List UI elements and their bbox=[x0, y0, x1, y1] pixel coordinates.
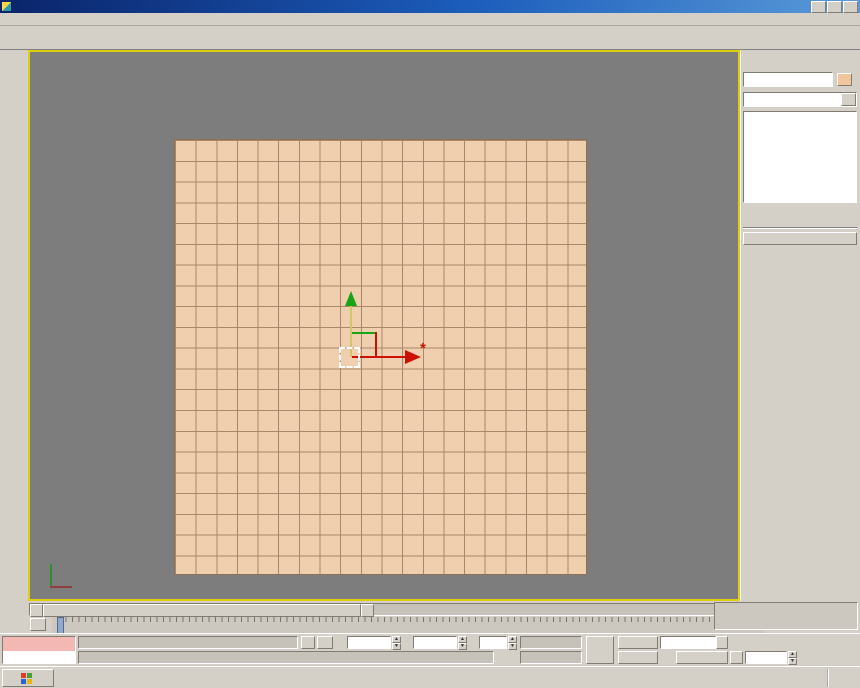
next-frame-slider-button[interactable] bbox=[361, 604, 374, 617]
chevron-down-icon[interactable] bbox=[841, 93, 856, 106]
system-tray bbox=[827, 669, 858, 687]
3ds-max-window: * bbox=[0, 0, 860, 688]
start-button[interactable] bbox=[2, 669, 54, 687]
track-bar bbox=[28, 617, 740, 633]
modifier-list-dropdown[interactable] bbox=[743, 92, 857, 107]
selection-status-field bbox=[78, 636, 298, 649]
time-slider-button[interactable] bbox=[43, 604, 361, 617]
mini-curve-editor-button[interactable] bbox=[30, 618, 46, 631]
main-toolbar bbox=[0, 26, 860, 50]
previous-frame-slider-button[interactable] bbox=[30, 604, 43, 617]
move-gizmo-y-arrowhead[interactable] bbox=[345, 291, 357, 306]
absolute-offset-toggle-icon[interactable] bbox=[317, 636, 333, 649]
close-button[interactable] bbox=[843, 1, 858, 13]
title-bar bbox=[0, 0, 860, 13]
taskbar bbox=[0, 666, 860, 688]
move-gizmo-x-axis[interactable] bbox=[352, 356, 406, 358]
windows-logo-icon bbox=[21, 673, 32, 684]
move-gizmo-xy-plane-green[interactable] bbox=[352, 332, 376, 334]
current-frame-field[interactable] bbox=[745, 651, 787, 664]
maxscript-mini-listener[interactable] bbox=[2, 636, 76, 664]
y-spinner[interactable]: ▲▼ bbox=[458, 636, 467, 649]
app-icon bbox=[2, 2, 11, 11]
selection-lock-icon[interactable] bbox=[301, 636, 315, 649]
divider bbox=[743, 227, 857, 229]
y-coordinate-field[interactable] bbox=[413, 636, 457, 649]
prompt-line bbox=[78, 651, 494, 664]
command-panel bbox=[740, 50, 860, 601]
world-axis-x bbox=[50, 586, 72, 588]
modifier-stack-buttons bbox=[743, 207, 857, 223]
z-coordinate-field[interactable] bbox=[479, 636, 507, 649]
track-bar-ruler[interactable] bbox=[52, 617, 764, 633]
time-slider-track[interactable] bbox=[29, 603, 738, 616]
add-time-tag[interactable] bbox=[520, 651, 582, 664]
key-filter-curve-icon[interactable] bbox=[660, 651, 674, 664]
current-frame-marker[interactable] bbox=[57, 617, 64, 634]
move-gizmo-x-label: * bbox=[420, 340, 426, 357]
object-name-field[interactable] bbox=[743, 72, 833, 87]
frame-spinner[interactable]: ▲▼ bbox=[788, 651, 797, 664]
x-coordinate-field[interactable] bbox=[347, 636, 391, 649]
status-bar: ▲▼ ▲▼ ▲▼ ▲▼ bbox=[0, 633, 860, 666]
move-gizmo-xy-plane-red[interactable] bbox=[375, 332, 377, 358]
key-mode-chevron-icon[interactable] bbox=[716, 636, 728, 649]
menu-bar bbox=[0, 13, 860, 26]
modifier-stack[interactable] bbox=[743, 111, 857, 203]
key-step-icon[interactable] bbox=[730, 651, 743, 664]
key-filters-button[interactable] bbox=[676, 651, 728, 664]
parameters-rollout-header[interactable] bbox=[743, 232, 857, 245]
key-mode-dropdown[interactable] bbox=[660, 636, 716, 649]
move-gizmo-x-arrowhead[interactable] bbox=[405, 350, 421, 364]
set-key-button[interactable] bbox=[618, 651, 658, 664]
track-bar-right-panel bbox=[714, 602, 858, 630]
auto-key-button[interactable] bbox=[618, 636, 658, 649]
object-color-swatch[interactable] bbox=[837, 73, 852, 86]
time-slider-row bbox=[28, 601, 740, 617]
world-axis-y bbox=[50, 564, 52, 588]
selected-tile-bracket[interactable] bbox=[339, 347, 360, 368]
maximize-button[interactable] bbox=[827, 1, 842, 13]
x-spinner[interactable]: ▲▼ bbox=[392, 636, 401, 649]
minimize-button[interactable] bbox=[811, 1, 826, 13]
modifier-list-value bbox=[744, 93, 841, 106]
command-panel-tabs bbox=[743, 52, 859, 68]
z-spinner[interactable]: ▲▼ bbox=[508, 636, 517, 649]
grid-size-field bbox=[520, 636, 582, 649]
set-keys-button[interactable] bbox=[586, 636, 614, 664]
viewport-top[interactable]: * bbox=[28, 50, 740, 601]
left-toolbar bbox=[0, 50, 28, 633]
